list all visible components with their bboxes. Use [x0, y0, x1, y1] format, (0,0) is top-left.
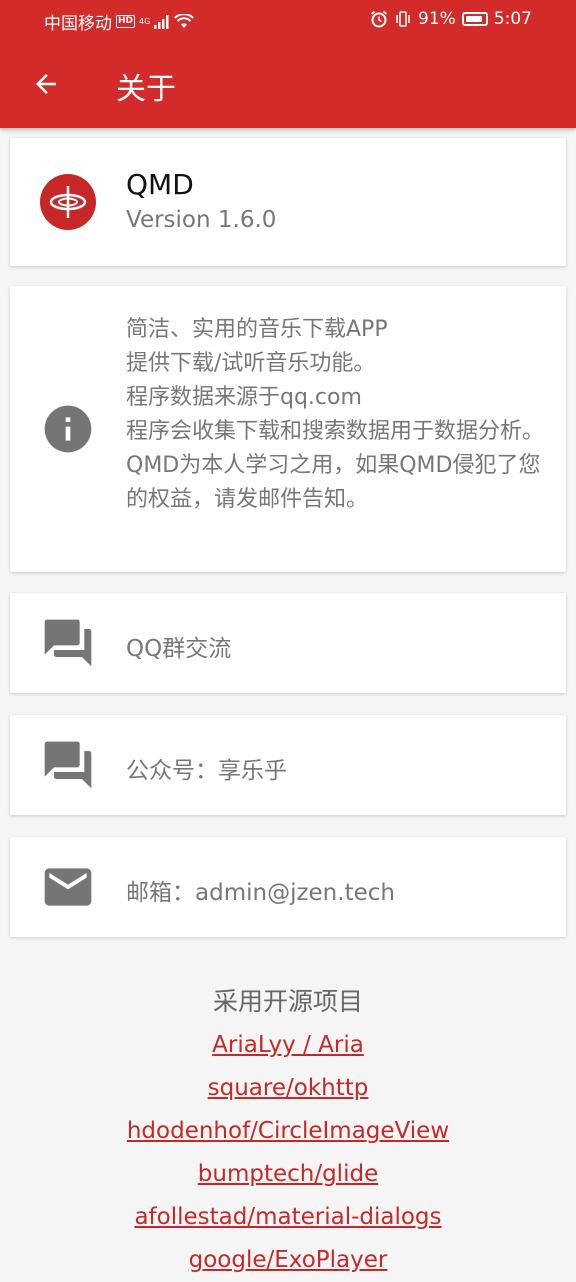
arrow-back-icon [36, 74, 56, 94]
description-line: 简洁、实用的音乐下载APP [126, 317, 388, 342]
description-line: QMD为本人学习之用，如果QMD侵犯了您的权益，请发邮件告知。 [126, 453, 541, 512]
toolbar: 关于 [0, 40, 576, 128]
forum-icon-wrap [40, 615, 96, 671]
open-source-title: 采用开源项目 [212, 987, 363, 1016]
carrier-name: 中国移动 [44, 14, 112, 34]
qq-group-card[interactable]: QQ群交流 [10, 593, 566, 693]
alarm-icon [370, 10, 388, 28]
description-line: 程序会收集下载和搜索数据用于数据分析。 [126, 419, 545, 444]
oss-link-okhttp[interactable]: square/okhttp [0, 1067, 576, 1110]
app-name: QMD [126, 168, 194, 201]
oss-link-circleimageview[interactable]: hdodenhof/CircleImageView [0, 1110, 576, 1153]
clock-time: 5:07 [493, 9, 532, 29]
description-line: 程序数据来源于qq.com [126, 385, 362, 410]
network-type: 4G [139, 17, 151, 26]
oss-link-exoplayer[interactable]: google/ExoPlayer [0, 1239, 576, 1282]
app-version: Version 1.6.0 [126, 207, 277, 233]
page-title: 关于 [116, 72, 176, 107]
app-description: 简洁、实用的音乐下载APP 提供下载/试听音乐功能。 程序数据来源于qq.com… [126, 313, 546, 517]
description-card: 简洁、实用的音乐下载APP 提供下载/试听音乐功能。 程序数据来源于qq.com… [10, 286, 566, 572]
email-label: 邮箱：admin@jzen.tech [126, 880, 395, 906]
description-line: 提供下载/试听音乐功能。 [126, 351, 376, 376]
hd-badge: HD [116, 15, 136, 28]
wifi-icon [174, 14, 195, 28]
oss-link-glide[interactable]: bumptech/glide [0, 1153, 576, 1196]
forum-icon [44, 741, 92, 789]
forum-icon-wrap [40, 737, 96, 793]
oss-link-aria[interactable]: AriaLyy / Aria [0, 1024, 576, 1067]
email-card[interactable]: 邮箱：admin@jzen.tech [10, 837, 566, 937]
email-icon [44, 868, 92, 906]
oss-link-material-dialogs[interactable]: afollestad/material-dialogs [0, 1196, 576, 1239]
signal-icon [154, 14, 169, 29]
wechat-account-card[interactable]: 公众号：享乐乎 [10, 715, 566, 815]
email-icon-wrap [40, 859, 96, 915]
app-logo-icon [40, 174, 96, 230]
back-button[interactable] [22, 60, 70, 108]
battery-percent: 91% [418, 9, 456, 29]
wechat-account-label: 公众号：享乐乎 [126, 758, 287, 784]
status-bar: 中国移动 HD 4G 91% 5:07 [0, 0, 576, 40]
app-logo [40, 174, 96, 230]
open-source-section: 采用开源项目 AriaLyy / Aria square/okhttp hdod… [0, 982, 576, 1282]
info-icon [44, 405, 92, 453]
battery-icon [461, 12, 488, 26]
info-icon-wrap [40, 401, 96, 457]
app-info-card: QMD Version 1.6.0 [10, 138, 566, 266]
forum-icon [44, 619, 92, 667]
app-bar: 中国移动 HD 4G 91% 5:07 关于 [0, 0, 576, 128]
vibrate-icon [396, 11, 410, 27]
qq-group-label: QQ群交流 [126, 636, 232, 662]
